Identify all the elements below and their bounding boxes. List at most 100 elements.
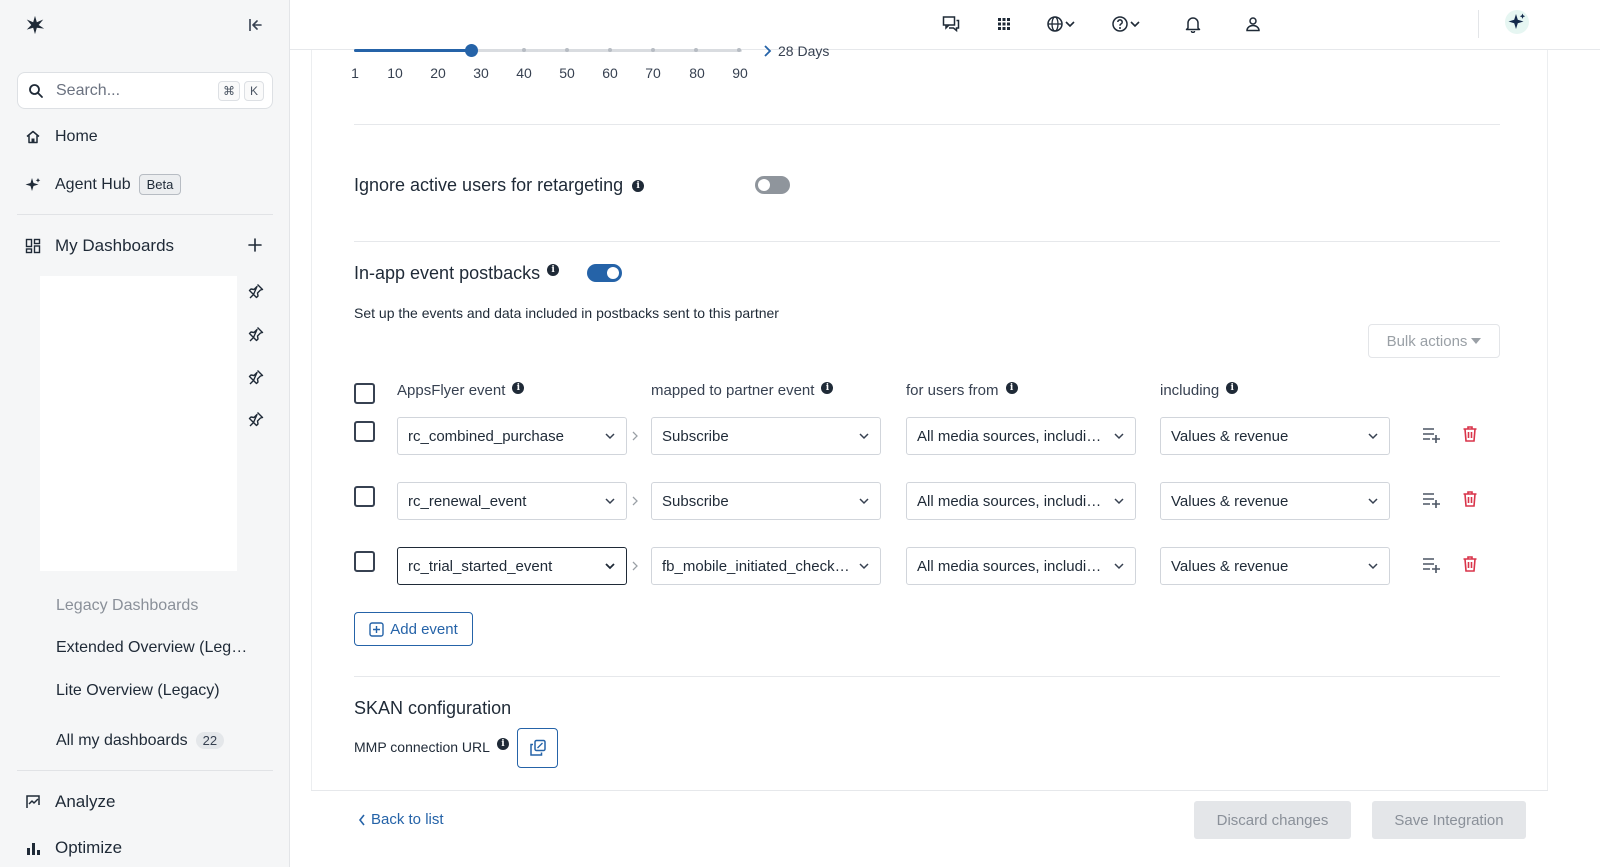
- partner-event-select[interactable]: Subscribe: [651, 482, 881, 520]
- ai-assistant-button[interactable]: [1505, 10, 1529, 34]
- appsflyer-logo-icon[interactable]: [24, 14, 46, 36]
- sparkle-icon: [25, 177, 41, 191]
- chevron-down-icon: [1368, 563, 1378, 570]
- globe-icon: [1047, 16, 1063, 32]
- select-value: rc_combined_purchase: [408, 427, 564, 445]
- back-to-list-link[interactable]: Back to list: [358, 811, 444, 828]
- pin-icon[interactable]: [248, 369, 264, 385]
- language-button[interactable]: [1046, 13, 1076, 35]
- appsflyer-event-select[interactable]: rc_renewal_event: [397, 482, 627, 520]
- select-value: Values & revenue: [1171, 492, 1289, 510]
- row-checkbox[interactable]: [354, 421, 375, 442]
- dashboard-grid-icon: [25, 238, 41, 254]
- messages-button[interactable]: [942, 13, 960, 35]
- section-divider: [354, 676, 1500, 677]
- info-icon[interactable]: i: [1226, 381, 1239, 394]
- users-from-select[interactable]: All media sources, including organic: [906, 417, 1136, 455]
- help-button[interactable]: [1111, 13, 1141, 35]
- info-icon[interactable]: i: [821, 381, 834, 394]
- search-shortcut: ⌘ K: [214, 80, 264, 101]
- dashboards-list-panel: [40, 276, 237, 571]
- nav-analyze[interactable]: Analyze: [25, 792, 115, 812]
- row-checkbox[interactable]: [354, 551, 375, 572]
- users-from-select[interactable]: All media sources, including organic: [906, 482, 1136, 520]
- info-icon[interactable]: i: [632, 179, 645, 192]
- lookback-slider-fill: [354, 49, 472, 52]
- partner-event-select[interactable]: fb_mobile_initiated_checkout: [651, 547, 881, 585]
- page-footer: [311, 790, 1548, 867]
- select-value: Subscribe: [662, 427, 729, 445]
- pin-icon[interactable]: [248, 411, 264, 427]
- trash-icon[interactable]: [1460, 554, 1480, 574]
- chevron-left-icon: [358, 814, 365, 825]
- nav-analyze-label: Analyze: [55, 792, 116, 811]
- info-icon[interactable]: i: [547, 263, 560, 276]
- save-integration-button[interactable]: Save Integration: [1372, 801, 1526, 839]
- apps-button[interactable]: [996, 13, 1012, 35]
- users-from-select[interactable]: All media sources, including organic: [906, 547, 1136, 585]
- postbacks-description: Set up the events and data included in p…: [354, 305, 779, 321]
- appsflyer-event-select[interactable]: rc_combined_purchase: [397, 417, 627, 455]
- bulk-actions-button[interactable]: Bulk actions: [1368, 324, 1500, 358]
- partner-event-select[interactable]: Subscribe: [651, 417, 881, 455]
- add-event-button[interactable]: Add event: [354, 612, 473, 646]
- slider-tick-label: 60: [602, 65, 618, 81]
- sidebar-item-all-dashboards[interactable]: All my dashboards 22: [56, 732, 256, 750]
- postbacks-label: In-app event postbacks: [354, 263, 541, 283]
- including-select[interactable]: Values & revenue: [1160, 482, 1390, 520]
- help-icon: [1112, 16, 1128, 32]
- retargeting-toggle[interactable]: [755, 176, 790, 194]
- search-box[interactable]: ⌘ K: [17, 72, 273, 109]
- collapse-sidebar-icon[interactable]: [246, 15, 266, 35]
- mapping-arrow-icon: [632, 496, 638, 506]
- pin-icon[interactable]: [248, 326, 264, 342]
- add-parameters-icon[interactable]: [1421, 554, 1441, 574]
- info-icon[interactable]: i: [1005, 381, 1018, 394]
- postbacks-toggle[interactable]: [587, 264, 622, 282]
- row-checkbox[interactable]: [354, 486, 375, 507]
- profile-button[interactable]: [1245, 13, 1261, 35]
- slider-tick-label: 1: [351, 65, 359, 81]
- chevron-down-icon: [859, 498, 869, 505]
- including-select[interactable]: Values & revenue: [1160, 547, 1390, 585]
- pin-icon[interactable]: [248, 283, 264, 299]
- copy-icon: [529, 739, 546, 756]
- nav-agent-hub[interactable]: Agent Hub Beta: [25, 174, 182, 195]
- column-header-label: for users from: [906, 382, 999, 399]
- slider-tick: [522, 48, 526, 52]
- copy-url-button[interactable]: [517, 728, 558, 768]
- sidebar-item-extended-overview[interactable]: Extended Overview (Legacy): [56, 639, 256, 657]
- beta-badge: Beta: [138, 174, 182, 195]
- trash-icon[interactable]: [1460, 424, 1480, 444]
- nav-optimize[interactable]: Optimize: [25, 838, 122, 858]
- select-value: All media sources, including organic: [917, 427, 1107, 445]
- column-header-appsflyer-event: AppsFlyer event i: [397, 381, 525, 399]
- nav-my-dashboards[interactable]: My Dashboards: [25, 236, 174, 256]
- slider-tick-label: 90: [732, 65, 748, 81]
- nav-optimize-label: Optimize: [55, 838, 123, 857]
- sidebar-item-lite-overview[interactable]: Lite Overview (Legacy): [56, 682, 256, 700]
- including-select[interactable]: Values & revenue: [1160, 417, 1390, 455]
- select-value: rc_renewal_event: [408, 492, 527, 510]
- lookback-slider-thumb[interactable]: [465, 44, 478, 57]
- select-value: Values & revenue: [1171, 427, 1289, 445]
- shortcut-k-key: K: [244, 80, 264, 101]
- appsflyer-event-select[interactable]: rc_trial_started_event: [397, 547, 627, 585]
- info-icon[interactable]: i: [496, 738, 509, 750]
- section-divider: [354, 124, 1500, 125]
- add-dashboard-icon[interactable]: [246, 236, 264, 254]
- notifications-button[interactable]: [1185, 13, 1201, 35]
- nav-my-dashboards-label: My Dashboards: [55, 236, 175, 255]
- dashboards-count-badge: 22: [195, 732, 225, 749]
- add-parameters-icon[interactable]: [1421, 489, 1441, 509]
- slider-tick-label: 70: [645, 65, 661, 81]
- add-parameters-icon[interactable]: [1421, 424, 1441, 444]
- toggle-knob: [758, 179, 770, 191]
- toggle-knob: [607, 267, 619, 279]
- discard-changes-button[interactable]: Discard changes: [1194, 801, 1351, 839]
- nav-home[interactable]: Home: [25, 128, 98, 146]
- select-all-checkbox[interactable]: [354, 383, 375, 404]
- search-input[interactable]: [56, 81, 206, 100]
- trash-icon[interactable]: [1460, 489, 1480, 509]
- info-icon[interactable]: i: [512, 381, 525, 394]
